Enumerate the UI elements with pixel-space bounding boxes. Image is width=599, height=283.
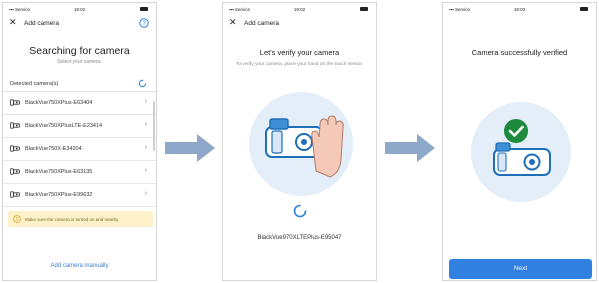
close-icon[interactable]: ✕ — [9, 18, 17, 27]
dashcam-icon — [10, 122, 20, 129]
nav-title: Add camera — [24, 20, 60, 27]
chevron-right-icon: › — [144, 121, 147, 128]
chevron-right-icon: › — [144, 144, 147, 151]
camera-model-label: BlackVue970XLTEPlus-E95047 — [257, 235, 342, 241]
dashcam-icon — [10, 145, 20, 152]
camera-name: BlackVue750XPlusLTE-E23414 — [25, 123, 103, 129]
status-bar: ▪▪▪ Service 19:02 — [3, 3, 156, 15]
status-bar: ▪▪▪ Service 19:02 — [223, 3, 376, 15]
camera-list-item[interactable]: BlackVue750X-E34204 › — [3, 138, 156, 161]
camera-name: BlackVue750X-E34204 — [25, 146, 82, 152]
nav-title: Add camera — [244, 20, 280, 27]
status-time: 18:03 — [513, 7, 526, 12]
camera-list-item[interactable]: BlackVue750XPlus-E99632 › — [3, 184, 156, 207]
camera-name: BlackVue750XPlus-E99632 — [25, 192, 93, 198]
screen-verify-camera: ▪▪▪ Service 19:02 ✕ Add camera Let's ver… — [222, 2, 377, 281]
battery-icon — [140, 7, 148, 11]
next-button[interactable]: Next — [449, 259, 592, 279]
battery-icon — [580, 7, 588, 11]
nav-bar: ✕ Add camera ? — [3, 16, 156, 32]
screen-camera-verified: ▪▪▪ Service 18:03 Camera successfully ve… — [442, 2, 597, 281]
verified-camera-illustration — [471, 102, 571, 202]
status-time: 19:02 — [293, 7, 306, 12]
dashcam-icon — [10, 99, 20, 106]
page-title: Camera successfully verified — [471, 48, 568, 57]
camera-list: BlackVue750XPlus-E63404 › BlackVue750XPl… — [3, 92, 156, 207]
info-icon — [13, 215, 21, 223]
warning-banner: Make sure the camera is turned on and ne… — [8, 211, 153, 227]
camera-list-item[interactable]: BlackVue750XPlusLTE-E23414 › — [3, 115, 156, 138]
camera-name: BlackVue750XPlus-E63135 — [25, 169, 93, 175]
detected-cameras-label: Detected camera(s) — [10, 81, 59, 87]
chevron-right-icon: › — [144, 98, 147, 105]
dashcam-icon — [10, 168, 20, 175]
hand-touch-camera-illustration — [249, 92, 353, 196]
add-camera-manually-link[interactable]: Add camera manually — [3, 263, 156, 269]
camera-name: BlackVue750XPlus-E63404 — [25, 100, 93, 106]
camera-list-item[interactable]: BlackVue750XPlus-E63404 › — [3, 92, 156, 115]
loading-spinner-icon — [293, 204, 307, 218]
chevron-right-icon: › — [144, 190, 147, 197]
page-title: Searching for camera — [29, 45, 130, 57]
screen-searching-camera: ▪▪▪ Service 19:02 ✕ Add camera ? Searchi… — [2, 2, 157, 281]
help-icon[interactable]: ? — [139, 18, 149, 28]
warning-text: Make sure the camera is turned on and ne… — [25, 217, 120, 222]
status-time: 19:02 — [73, 7, 86, 12]
camera-list-item[interactable]: BlackVue750XPlus-E63135 › — [3, 161, 156, 184]
arrow-right-icon — [385, 134, 435, 162]
chevron-right-icon: › — [144, 167, 147, 174]
close-icon[interactable]: ✕ — [229, 18, 237, 27]
page-title: Let's verify your camera — [259, 48, 340, 57]
instruction-text: To verify your camera, place your hand o… — [235, 62, 364, 67]
scrollbar[interactable] — [153, 101, 155, 151]
refresh-icon[interactable] — [138, 79, 147, 88]
status-bar: ▪▪▪ Service 18:03 — [443, 3, 596, 15]
dashcam-icon — [10, 191, 20, 198]
page-subtitle: Select your camera. — [57, 59, 102, 65]
nav-bar: ✕ Add camera — [223, 16, 376, 32]
arrow-right-icon — [165, 134, 215, 162]
battery-icon — [360, 7, 368, 11]
